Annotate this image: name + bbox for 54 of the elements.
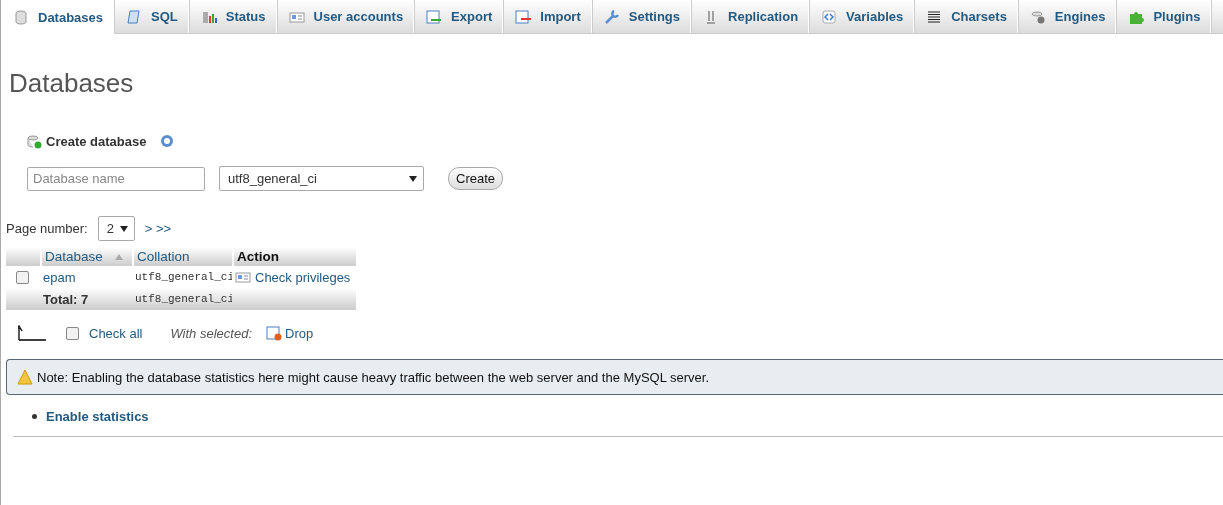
next-page-link[interactable]: > >>	[144, 221, 172, 236]
check-all-checkbox[interactable]	[66, 326, 79, 340]
export-icon	[426, 8, 443, 25]
page-title: Databases	[9, 68, 135, 99]
page-number-label: Page number:	[6, 221, 88, 236]
import-icon	[515, 8, 532, 25]
check-all-link[interactable]: Check all	[89, 325, 143, 341]
column-header[interactable]: Collation	[132, 247, 232, 266]
with-selected-label: With selected:	[170, 325, 252, 341]
page-select[interactable]: 2	[97, 216, 135, 241]
nav-tab[interactable]: Replication	[691, 0, 810, 33]
arrow-up-icon	[18, 325, 46, 341]
note-text: Note: Enabling the database statistics here might cause heavy traffic between the web server and the MySQL server.	[37, 369, 710, 385]
collation-cell: utf8_general_ci	[135, 293, 235, 305]
collation-select[interactable]: utf8_general_ci	[219, 166, 424, 191]
caret-icon	[409, 174, 417, 183]
column-header: Action	[232, 247, 356, 266]
row-checkbox[interactable]	[16, 270, 29, 284]
nav-tab[interactable]: User accounts	[276, 0, 415, 33]
enable-statistics-link[interactable]: Enable statistics	[46, 409, 149, 424]
nav-tab[interactable]: Databases	[1, 0, 115, 34]
caret-icon	[119, 224, 128, 233]
bullet-icon	[32, 414, 37, 419]
create-button[interactable]: Create	[448, 167, 504, 190]
nav-tab[interactable]: Status	[188, 0, 277, 33]
check-privileges-link[interactable]: Check privileges	[255, 269, 351, 285]
nav-tab[interactable]: Settings	[591, 0, 692, 33]
database-name-field[interactable]: Database name	[27, 166, 205, 191]
scroll-icon	[126, 8, 143, 25]
wrench-icon	[603, 8, 620, 25]
lines-icon	[926, 8, 943, 25]
help-icon	[160, 134, 175, 148]
nav-tab[interactable]: Engines	[1017, 0, 1117, 33]
code-icon	[821, 8, 838, 25]
total-cell: Total: 7	[43, 291, 89, 307]
database-add-icon	[26, 133, 42, 149]
footer-cell	[6, 288, 40, 310]
table-delete-icon	[266, 325, 282, 341]
sort-icon	[114, 253, 123, 260]
section-heading: Create database	[46, 133, 147, 149]
nav-tab[interactable]: Export	[414, 0, 504, 33]
database-link[interactable]: epam	[43, 269, 76, 285]
id-card-icon	[235, 269, 251, 285]
nav-tab[interactable]: SQL	[114, 0, 189, 33]
nav-tab[interactable]: Plugins	[1116, 0, 1212, 33]
drop-link[interactable]: Drop	[285, 325, 314, 341]
header-cell	[6, 247, 40, 266]
collation-cell: utf8_general_ci	[135, 271, 235, 283]
nav-tab[interactable]: Import	[503, 0, 592, 33]
warning-icon	[17, 369, 33, 385]
cylinder-icon	[13, 9, 29, 25]
column-header[interactable]: Database	[40, 247, 132, 266]
nav-tab[interactable]: Variables	[809, 0, 915, 33]
nav-tab[interactable]: Charsets	[914, 0, 1018, 33]
